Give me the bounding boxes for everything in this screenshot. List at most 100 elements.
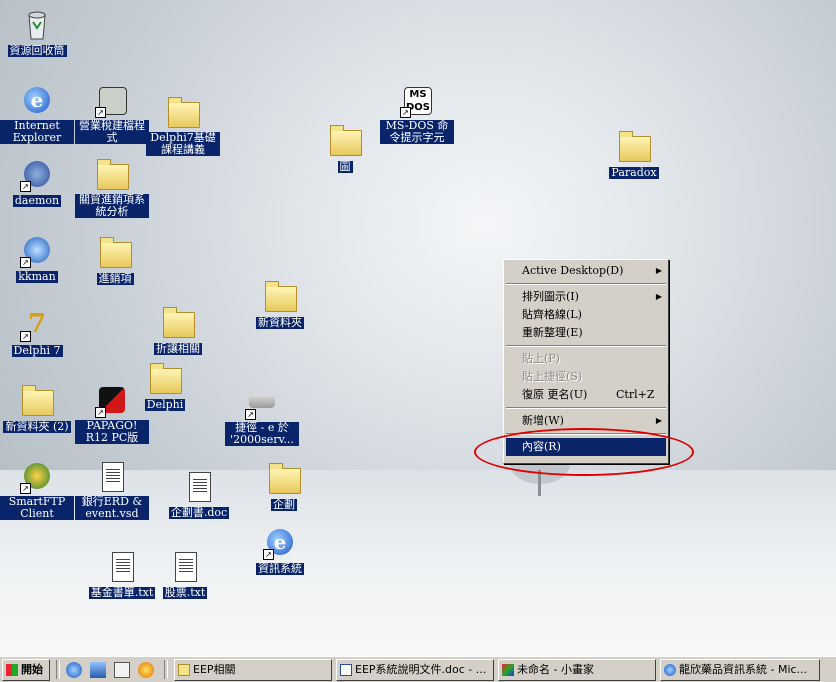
desktop-icon-bank-erd[interactable]: 銀行ERD & event.vsd <box>75 460 149 520</box>
network-drive-icon: ↗ <box>245 386 279 420</box>
delphi-icon: 7 ↗ <box>20 308 54 342</box>
desktop-icon-label: 銀行ERD & event.vsd <box>75 496 149 520</box>
menu-item-paste: 貼上(P) <box>504 350 668 368</box>
folder-icon <box>263 280 297 314</box>
task-label: EEP系統說明文件.doc - ... <box>355 663 487 676</box>
menu-item-label: 復原 更名(U) <box>522 388 588 401</box>
menu-item-align-grid[interactable]: 貼齊格線(L) <box>504 306 668 324</box>
task-label: 未命名 - 小畫家 <box>517 663 594 676</box>
folder-icon <box>98 236 132 270</box>
msdos-icon: MS DOS ↗ <box>400 84 434 118</box>
media-player-icon[interactable] <box>138 662 154 678</box>
toolbar-grip[interactable] <box>56 660 60 679</box>
task-label: 龍欣藥品資訊系統 - Mic... <box>679 663 808 676</box>
menu-separator <box>506 283 666 285</box>
desktop-icon-network-shortcut[interactable]: ↗ 捷徑 - e 於 '2000serv... <box>225 386 299 446</box>
menu-item-undo-rename[interactable]: 復原 更名(U) Ctrl+Z <box>504 386 668 404</box>
ie-icon[interactable] <box>66 662 82 678</box>
desktop-icon-label: Internet Explorer <box>0 120 74 144</box>
desktop-icon-delphi7[interactable]: 7 ↗ Delphi 7 <box>0 308 74 357</box>
desktop-icon-delphi7-course[interactable]: Delphi7基礎課程講義 <box>146 96 220 156</box>
folder-icon <box>267 462 301 496</box>
desktop-icon-label: 進銷項 <box>96 272 134 285</box>
desktop-icon-label: PAPAGO! R12 PC版 <box>75 420 149 444</box>
red-annotation-ellipse <box>474 428 694 476</box>
desktop-icon-tax-program[interactable]: ↗ 營業稅建檔程式 <box>75 84 149 144</box>
desktop-icon-label: 股票.txt <box>162 586 208 599</box>
desktop-icon-label: 關貿進銷項系統分析 <box>75 194 149 218</box>
desktop[interactable]: 資源回收筒 e Internet Explorer ↗ daemon ↗ kkm… <box>0 0 836 656</box>
desktop-icon-label: Delphi <box>144 398 186 411</box>
recycle-bin-icon <box>20 8 54 42</box>
desktop-icon-proposal-doc[interactable]: 企劃書.doc <box>162 470 236 519</box>
desktop-icon-label: 圖 <box>337 160 353 173</box>
word-doc-icon <box>340 664 352 676</box>
desktop-icon-info-system[interactable]: e ↗ 資訊系統 <box>243 526 317 575</box>
desktop-icon-daemon[interactable]: ↗ daemon <box>0 158 74 207</box>
ie-icon: e <box>20 84 54 118</box>
desktop-icon-recycle-bin[interactable]: 資源回收筒 <box>0 8 74 57</box>
start-button[interactable]: 開始 <box>2 659 50 681</box>
task-button-ie-drug-system[interactable]: 龍欣藥品資訊系統 - Mic... <box>660 659 820 681</box>
desktop-icon-ie[interactable]: e Internet Explorer <box>0 84 74 144</box>
windows-logo-icon <box>6 664 18 676</box>
desktop-icon-label: SmartFTP Client <box>0 496 74 520</box>
text-file-icon <box>168 550 202 584</box>
menu-item-label: 新增(W) <box>522 414 564 427</box>
folder-icon <box>178 664 190 676</box>
desktop-icon-label: 基金書單.txt <box>88 586 156 599</box>
menu-item-shortcut: Ctrl+Z <box>616 388 655 401</box>
toolbar-grip[interactable] <box>164 660 168 679</box>
desktop-icon-trade-analysis[interactable]: 關貿進銷項系統分析 <box>75 158 149 218</box>
task-button-eep-folder[interactable]: EEP相關 <box>174 659 332 681</box>
desktop-icon-label: kkman <box>16 270 58 283</box>
menu-item-active-desktop[interactable]: Active Desktop(D) ▶ <box>504 262 668 280</box>
task-button-paint[interactable]: 未命名 - 小畫家 <box>498 659 656 681</box>
menu-separator <box>506 345 666 347</box>
desktop-icon-label: Paradox <box>609 166 659 179</box>
desktop-icon-kkman[interactable]: ↗ kkman <box>0 234 74 283</box>
desktop-icon-label: MS-DOS 命令提示字元 <box>380 120 454 144</box>
show-desktop-icon[interactable] <box>114 662 130 678</box>
folder-icon <box>166 96 200 130</box>
desktop-icon-label: 營業稅建檔程式 <box>75 120 149 144</box>
desktop-icon-sales[interactable]: 進銷項 <box>78 236 152 285</box>
menu-separator <box>506 407 666 409</box>
desktop-icon-label: 折讓相關 <box>154 342 202 355</box>
menu-item-arrange-icons[interactable]: 排列圖示(I) ▶ <box>504 288 668 306</box>
menu-item-refresh[interactable]: 重新整理(E) <box>504 324 668 342</box>
folder-icon <box>95 158 129 192</box>
desktop-icon-label: daemon <box>12 194 62 207</box>
task-label: EEP相關 <box>193 663 236 676</box>
text-file-icon <box>105 550 139 584</box>
desktop-icon-msdos[interactable]: MS DOS ↗ MS-DOS 命令提示字元 <box>380 84 454 144</box>
papago-icon: ↗ <box>95 384 129 418</box>
menu-item-label: 重新整理(E) <box>522 326 583 339</box>
desktop-icon-new-folder[interactable]: 新資料夾 <box>243 280 317 329</box>
ie-icon <box>664 664 676 676</box>
desktop-icon-new-folder-2[interactable]: 新資料夾 (2) <box>0 384 74 433</box>
submenu-arrow-icon: ▶ <box>655 292 662 301</box>
desktop-icon-picture[interactable]: 圖 <box>308 124 382 173</box>
menu-item-label: 貼上(P) <box>522 352 560 365</box>
desktop-icon-smartftp[interactable]: ↗ SmartFTP Client <box>0 460 74 520</box>
desktop-icon-stocks[interactable]: 股票.txt <box>148 550 222 599</box>
folder-icon <box>20 384 54 418</box>
kkman-icon: ↗ <box>20 234 54 268</box>
task-button-eep-doc[interactable]: EEP系統說明文件.doc - ... <box>336 659 494 681</box>
outlook-icon[interactable] <box>90 662 106 678</box>
menu-item-paste-shortcut: 貼上捷徑(S) <box>504 368 668 386</box>
desktop-icon-label: 企劃 <box>271 498 297 511</box>
desktop-icon-label: Delphi7基礎課程講義 <box>146 132 220 156</box>
menu-item-label: Active Desktop(D) <box>522 264 624 277</box>
desktop-icon-planning[interactable]: 企劃 <box>247 462 321 511</box>
desktop-icon-paradox[interactable]: Paradox <box>597 130 671 179</box>
desktop-icon-delphi-folder[interactable]: Delphi <box>128 362 202 411</box>
desktop-icon-label: 企劃書.doc <box>168 506 230 519</box>
folder-icon <box>148 362 182 396</box>
desktop-icon-label: 新資料夾 (2) <box>3 420 71 433</box>
desktop-icon-discount[interactable]: 折讓相關 <box>141 306 215 355</box>
start-label: 開始 <box>21 663 43 676</box>
ie-shortcut-icon: e ↗ <box>263 526 297 560</box>
folder-icon <box>161 306 195 340</box>
